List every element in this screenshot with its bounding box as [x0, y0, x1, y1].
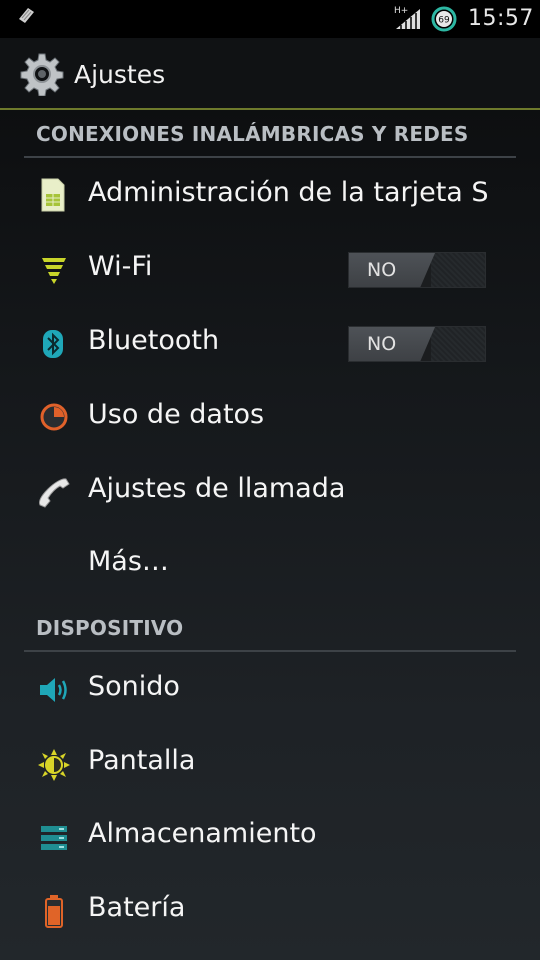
section-divider	[24, 156, 516, 158]
settings-item-label: Más…	[88, 546, 169, 577]
settings-item-label: Almacenamiento	[88, 818, 317, 849]
settings-item-storage[interactable]: Almacenamiento	[0, 800, 540, 874]
battery-icon	[45, 895, 63, 928]
settings-item-more[interactable]: Más…	[0, 528, 540, 602]
settings-item-label: Bluetooth	[88, 325, 220, 356]
storage-icon	[41, 826, 67, 850]
settings-item-label: Sonido	[88, 671, 180, 702]
settings-item-label: Administración de la tarjeta SIM	[88, 177, 490, 208]
page-title: Ajustes	[74, 60, 166, 89]
data-usage-icon	[40, 403, 68, 431]
battery-status-icon: 69	[431, 6, 459, 32]
settings-item-wifi[interactable]: Wi-Fi NO	[0, 233, 540, 307]
display-brightness-icon	[38, 749, 70, 781]
network-type-label: H+	[394, 6, 408, 16]
status-time: 15:57	[468, 6, 534, 31]
settings-item-sound[interactable]: Sonido	[0, 653, 540, 727]
settings-item-call-settings[interactable]: Ajustes de llamada	[0, 455, 540, 529]
toggle-track	[431, 253, 485, 287]
settings-item-bluetooth[interactable]: Bluetooth NO	[0, 307, 540, 381]
action-bar: Ajustes	[0, 38, 540, 110]
settings-item-battery[interactable]: Batería	[0, 874, 540, 948]
settings-item-data-usage[interactable]: Uso de datos	[0, 381, 540, 455]
toggle-state-label: NO	[367, 259, 397, 281]
gear-icon[interactable]	[20, 52, 64, 96]
section-divider	[24, 650, 516, 652]
wifi-icon	[42, 258, 66, 284]
notification-icon	[19, 8, 34, 23]
settings-item-display[interactable]: Pantalla	[0, 727, 540, 801]
settings-item-label: Pantalla	[88, 745, 196, 776]
toggle-state-label: NO	[367, 333, 397, 355]
speaker-icon	[40, 678, 67, 702]
phone-handset-icon	[39, 478, 70, 508]
bluetooth-toggle[interactable]: NO	[348, 326, 486, 362]
section-header-device: DISPOSITIVO	[36, 616, 184, 640]
signal-strength-icon: H+	[394, 4, 420, 30]
bluetooth-icon	[43, 330, 63, 358]
status-bar: H+ 69 15:57	[0, 0, 540, 38]
sim-card-icon	[41, 178, 65, 212]
settings-item-label: Wi-Fi	[88, 251, 153, 282]
battery-level-label: 69	[438, 16, 450, 26]
settings-item-label: Ajustes de llamada	[88, 473, 346, 504]
settings-item-label: Uso de datos	[88, 399, 265, 430]
section-header-wireless: CONEXIONES INALÁMBRICAS Y REDES	[36, 122, 469, 146]
wifi-toggle[interactable]: NO	[348, 252, 486, 288]
settings-item-sim[interactable]: Administración de la tarjeta SIM	[0, 159, 540, 233]
toggle-track	[431, 327, 485, 361]
settings-item-label: Batería	[88, 892, 186, 923]
